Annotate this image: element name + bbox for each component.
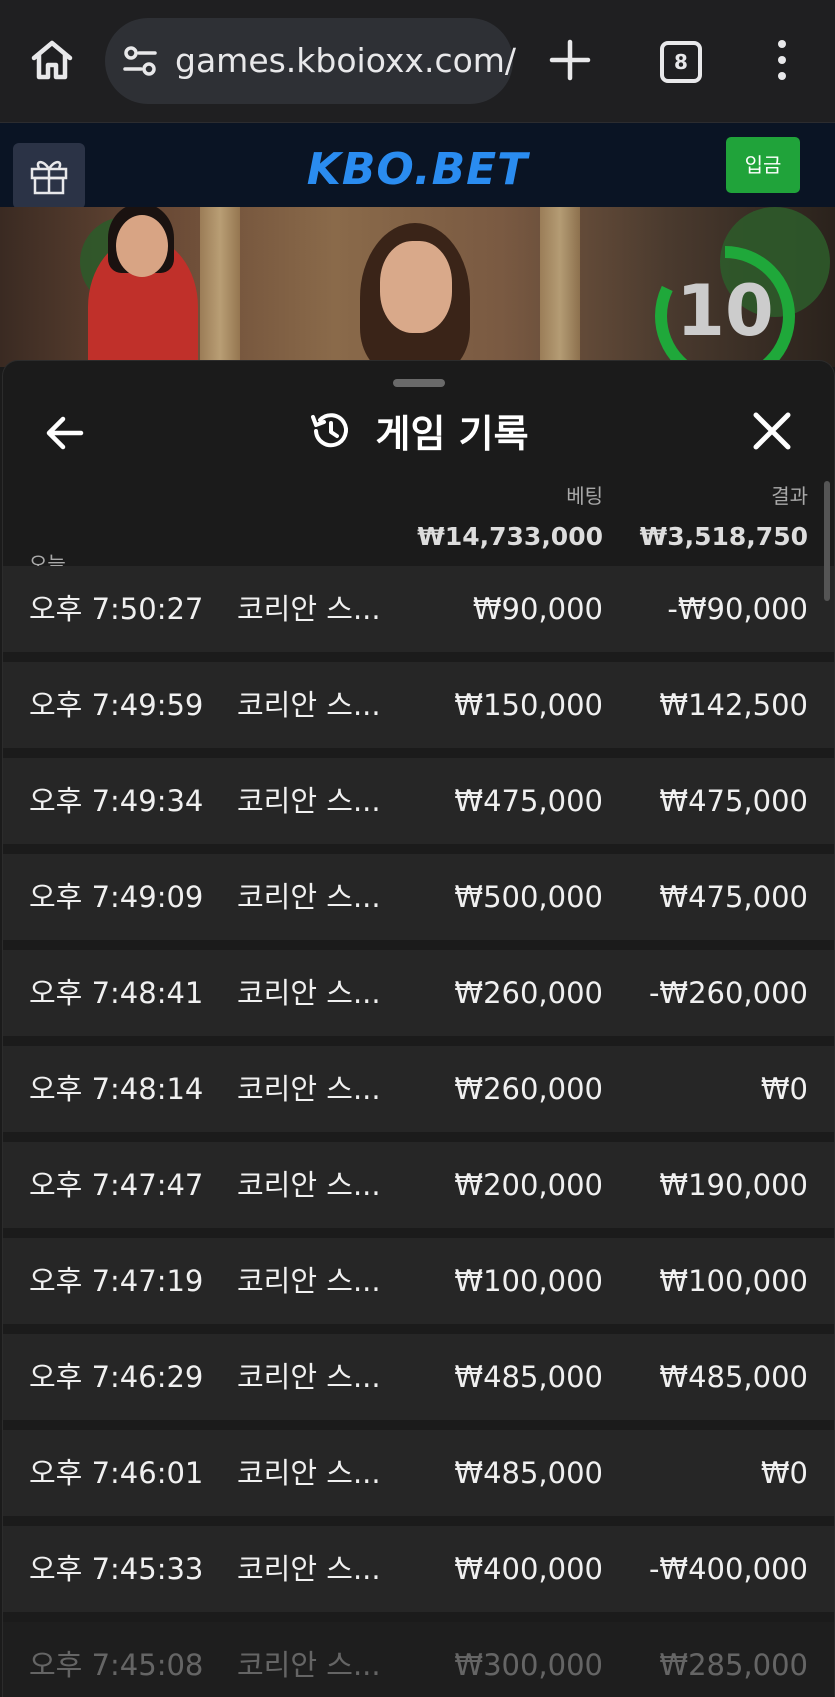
- row-game: 코리안 스...: [237, 1456, 381, 1490]
- row-result: -₩260,000: [648, 976, 808, 1010]
- new-tab-button[interactable]: [548, 38, 592, 82]
- row-time: 오후 7:46:01: [29, 1456, 204, 1490]
- history-row[interactable]: 오후 7:46:01 코리안 스... ₩485,000 ₩0: [3, 1430, 834, 1516]
- deposit-button[interactable]: 입금: [726, 137, 800, 193]
- row-bet: ₩90,000: [472, 592, 603, 626]
- row-time: 오후 7:47:19: [29, 1264, 204, 1298]
- row-game: 코리안 스...: [237, 1168, 381, 1202]
- row-game: 코리안 스...: [237, 784, 381, 818]
- history-row[interactable]: 오후 7:48:41 코리안 스... ₩260,000 -₩260,000: [3, 950, 834, 1036]
- home-icon: [31, 40, 73, 80]
- url-text[interactable]: games.kboioxx.com/: [175, 18, 516, 104]
- plus-icon: [549, 39, 591, 81]
- row-result: ₩190,000: [659, 1168, 808, 1202]
- home-button[interactable]: [28, 36, 76, 84]
- row-bet: ₩500,000: [454, 880, 603, 914]
- row-result: ₩285,000: [659, 1648, 808, 1682]
- row-result: ₩485,000: [659, 1360, 808, 1394]
- dealer-left: [88, 207, 198, 367]
- history-row[interactable]: 오후 7:49:09 코리안 스... ₩500,000 ₩475,000: [3, 854, 834, 940]
- row-bet: ₩260,000: [454, 976, 603, 1010]
- tune-icon[interactable]: [123, 45, 157, 77]
- row-game: 코리안 스...: [237, 1552, 381, 1586]
- row-game: 코리안 스...: [237, 1072, 381, 1106]
- countdown-value: 10: [676, 270, 774, 352]
- row-result: ₩475,000: [659, 880, 808, 914]
- history-row[interactable]: 오후 7:45:33 코리안 스... ₩400,000 -₩400,000: [3, 1526, 834, 1612]
- row-bet: ₩300,000: [454, 1648, 603, 1682]
- row-time: 오후 7:48:14: [29, 1072, 204, 1106]
- row-bet: ₩200,000: [454, 1168, 603, 1202]
- scrollbar[interactable]: [824, 481, 830, 601]
- row-result: ₩0: [760, 1072, 808, 1106]
- row-time: 오후 7:50:27: [29, 592, 204, 626]
- sheet-title: 게임 기록: [375, 412, 529, 456]
- row-game: 코리안 스...: [237, 1360, 381, 1394]
- row-bet: ₩400,000: [454, 1552, 603, 1586]
- history-row[interactable]: 오후 7:50:27 코리안 스... ₩90,000 -₩90,000: [3, 566, 834, 652]
- close-icon: [753, 412, 791, 450]
- address-bar[interactable]: games.kboioxx.com/: [105, 18, 516, 104]
- row-time: 오후 7:49:34: [29, 784, 204, 818]
- row-time: 오후 7:45:08: [29, 1648, 204, 1682]
- history-row[interactable]: 오후 7:49:59 코리안 스... ₩150,000 ₩142,500: [3, 662, 834, 748]
- sheet-header: 게임 기록: [3, 403, 834, 458]
- row-bet: ₩260,000: [454, 1072, 603, 1106]
- row-bet: ₩485,000: [454, 1456, 603, 1490]
- row-game: 코리안 스...: [237, 1648, 381, 1682]
- countdown-timer: 10: [650, 241, 800, 367]
- drag-handle[interactable]: [393, 379, 445, 387]
- row-bet: ₩100,000: [454, 1264, 603, 1298]
- row-time: 오후 7:48:41: [29, 976, 204, 1010]
- row-bet: ₩150,000: [454, 688, 603, 722]
- site-header: KBO.BET 입금: [0, 123, 835, 209]
- bet-column-label: 베팅: [566, 484, 603, 508]
- bet-total: ₩14,733,000: [417, 522, 603, 551]
- row-time: 오후 7:45:33: [29, 1552, 204, 1586]
- dealer-center: [340, 217, 490, 367]
- history-row[interactable]: 오후 7:49:34 코리안 스... ₩475,000 ₩475,000: [3, 758, 834, 844]
- row-result: ₩142,500: [659, 688, 808, 722]
- history-row[interactable]: 오후 7:47:19 코리안 스... ₩100,000 ₩100,000: [3, 1238, 834, 1324]
- site-logo[interactable]: KBO.BET: [0, 145, 835, 195]
- tab-switcher-button[interactable]: 8: [660, 41, 702, 83]
- row-game: 코리안 스...: [237, 592, 381, 626]
- close-button[interactable]: [752, 411, 792, 451]
- live-video[interactable]: 10: [0, 207, 835, 367]
- browser-toolbar: games.kboioxx.com/ 8: [0, 0, 835, 123]
- history-row[interactable]: 오후 7:47:47 코리안 스... ₩200,000 ₩190,000: [3, 1142, 834, 1228]
- row-game: 코리안 스...: [237, 1264, 381, 1298]
- row-result: ₩475,000: [659, 784, 808, 818]
- history-row[interactable]: 오후 7:45:08 코리안 스... ₩300,000 ₩285,000: [3, 1622, 834, 1697]
- row-time: 오후 7:49:59: [29, 688, 204, 722]
- row-result: ₩0: [760, 1456, 808, 1490]
- row-time: 오후 7:49:09: [29, 880, 204, 914]
- result-column-label: 결과: [771, 484, 808, 508]
- row-result: -₩400,000: [648, 1552, 808, 1586]
- row-bet: ₩485,000: [454, 1360, 603, 1394]
- history-icon: [311, 412, 349, 447]
- history-list: 오후 7:50:27 코리안 스... ₩90,000 -₩90,000 오후 7:49…: [3, 566, 834, 1697]
- result-total: ₩3,518,750: [639, 522, 808, 551]
- row-game: 코리안 스...: [237, 880, 381, 914]
- history-row[interactable]: 오후 7:46:29 코리안 스... ₩485,000 ₩485,000: [3, 1334, 834, 1420]
- row-game: 코리안 스...: [237, 688, 381, 722]
- summary-header: 오늘 베팅 결과 ₩14,733,000 ₩3,518,750: [3, 476, 834, 576]
- game-history-sheet: 게임 기록 오늘 베팅 결과 ₩14,733,000 ₩3,518,750 오후…: [2, 360, 835, 1697]
- history-row[interactable]: 오후 7:48:14 코리안 스... ₩260,000 ₩0: [3, 1046, 834, 1132]
- row-result: ₩100,000: [659, 1264, 808, 1298]
- row-time: 오후 7:47:47: [29, 1168, 204, 1202]
- more-vert-icon[interactable]: [772, 40, 792, 82]
- row-time: 오후 7:46:29: [29, 1360, 204, 1394]
- row-game: 코리안 스...: [237, 976, 381, 1010]
- row-result: -₩90,000: [667, 592, 808, 626]
- row-bet: ₩475,000: [454, 784, 603, 818]
